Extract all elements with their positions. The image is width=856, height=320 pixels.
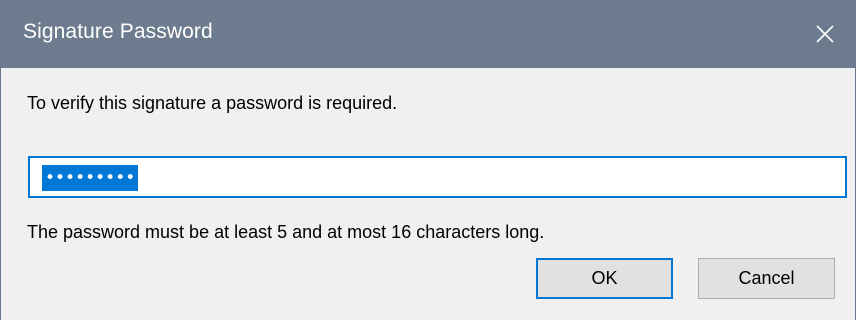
password-field[interactable]: ••••••••• xyxy=(28,156,847,198)
cancel-button[interactable]: Cancel xyxy=(698,258,835,299)
dialog-title: Signature Password xyxy=(23,20,213,43)
instruction-text: To verify this signature a password is r… xyxy=(27,93,398,113)
password-length-hint: The password must be at least 5 and at m… xyxy=(27,222,545,242)
signature-password-dialog: Signature Password To verify this signat… xyxy=(0,0,856,320)
close-button[interactable] xyxy=(795,0,855,68)
ok-button[interactable]: OK xyxy=(536,258,673,299)
password-value: ••••••••• xyxy=(42,165,139,191)
close-icon xyxy=(815,24,835,44)
title-bar[interactable]: Signature Password xyxy=(1,0,855,68)
